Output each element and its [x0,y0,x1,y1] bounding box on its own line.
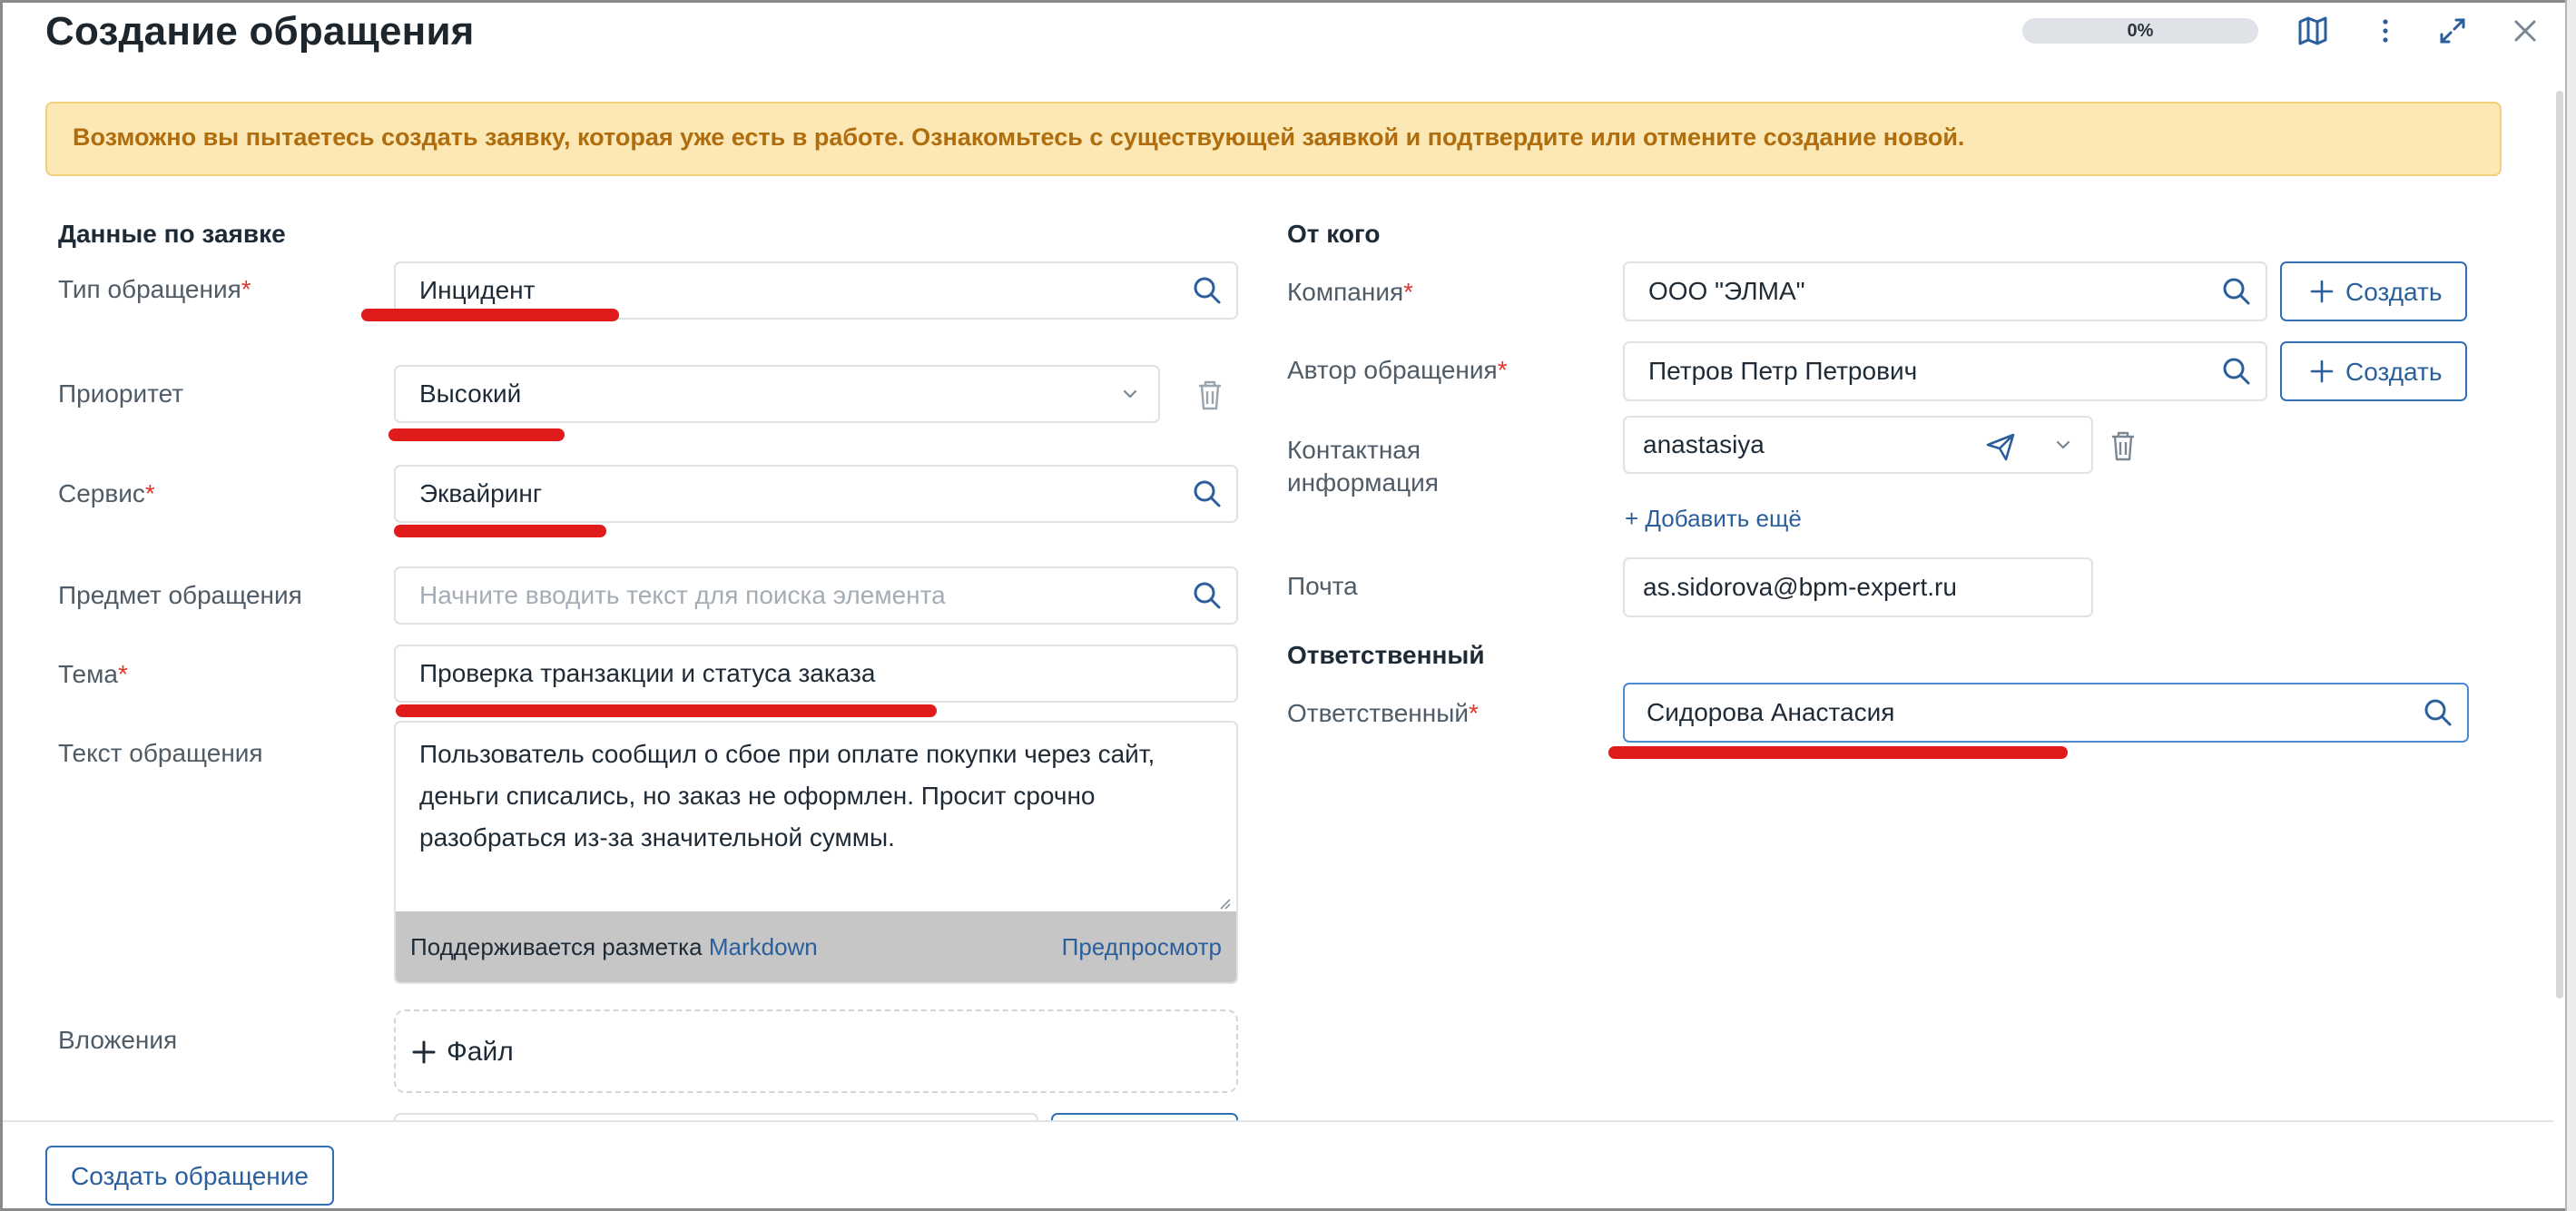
search-icon[interactable] [1191,579,1224,612]
responsible-label: Ответственный* [1287,699,1479,727]
progress-bar: 0% [2022,18,2258,44]
section-title-responsible: Ответственный [1287,641,1485,669]
expand-icon[interactable] [2434,13,2471,49]
subject-label: Предмет обращения [58,581,302,609]
author-label: Автор обращения* [1287,356,1508,384]
preview-link[interactable]: Предпросмотр [1062,933,1222,961]
priority-label: Приоритет [58,379,184,408]
priority-value: Высокий [419,379,522,408]
search-icon[interactable] [1191,478,1224,510]
text-value: Пользователь сообщил о сбое при оплате п… [419,740,1155,852]
progress-label: 0% [2127,21,2154,41]
create-company-button[interactable]: Создать [2280,261,2467,321]
topic-field[interactable]: Проверка транзакции и статуса заказа [394,645,1238,703]
annotation-underline [394,525,606,537]
warning-text: Возможно вы пытаетесь создать заявку, ко… [73,123,1965,151]
duplicate-warning-banner: Возможно вы пытаетесь создать заявку, ко… [45,102,2502,176]
window-frame [0,0,2576,1211]
email-value: as.sidorova@bpm-expert.ru [1643,573,1957,601]
add-file-button[interactable]: Файл [394,1009,1238,1093]
subject-placeholder: Начните вводить текст для поиска элемент… [419,581,946,609]
add-file-label: Файл [447,1037,514,1067]
service-value: Эквайринг [419,479,543,507]
email-label: Почта [1287,572,1358,600]
scrollbar-track[interactable] [2565,0,2576,1211]
section-title-from: От кого [1287,220,1381,248]
author-value: Петров Петр Петрович [1648,357,1918,385]
footer [3,1122,2553,1208]
add-more-link[interactable]: + Добавить ещё [1625,505,1802,533]
submit-button[interactable]: Создать обращение [45,1146,334,1206]
email-field[interactable]: as.sidorova@bpm-expert.ru [1623,557,2093,617]
responsible-value: Сидорова Анастасия [1647,698,1895,726]
annotation-underline [1608,746,2068,759]
search-icon[interactable] [2220,275,2253,308]
trash-icon[interactable] [2108,428,2138,463]
send-icon[interactable] [1984,430,2017,463]
service-label: Сервис* [58,479,155,507]
company-label: Компания* [1287,278,1414,306]
section-title-request: Данные по заявке [58,220,286,248]
close-icon[interactable] [2507,13,2543,49]
text-area[interactable]: Пользователь сообщил о сбое при оплате п… [394,721,1238,984]
subject-field[interactable]: Начните вводить текст для поиска элемент… [394,566,1238,625]
plus-icon [2310,280,2334,303]
page-title: Создание обращения [45,9,475,54]
company-field[interactable]: ООО "ЭЛМА" [1623,261,2267,321]
annotation-underline [396,704,937,717]
more-vertical-icon[interactable] [2367,13,2404,49]
priority-select[interactable]: Высокий [394,365,1160,423]
create-author-button[interactable]: Создать [2280,341,2467,401]
plus-icon [412,1040,436,1064]
markup-bar: Поддерживается разметка Markdown Предпро… [396,911,1236,982]
topic-label: Тема* [58,660,128,688]
search-icon[interactable] [2422,696,2454,729]
markdown-link[interactable]: Markdown [709,933,818,960]
chevron-down-icon [1123,389,1137,399]
footer-divider [3,1120,2553,1122]
map-icon[interactable] [2295,13,2331,49]
company-value: ООО "ЭЛМА" [1648,277,1805,305]
contact-label: Контактная информация [1287,436,1439,497]
contact-field[interactable]: anastasiya [1623,416,2093,474]
search-icon[interactable] [2220,355,2253,388]
service-field[interactable]: Эквайринг [394,465,1238,523]
markup-note: Поддерживается разметка Markdown [410,933,818,960]
chevron-down-icon[interactable] [2053,435,2073,455]
text-label: Текст обращения [58,739,263,767]
responsible-field[interactable]: Сидорова Анастасия [1623,683,2469,743]
author-field[interactable]: Петров Петр Петрович [1623,341,2267,401]
annotation-underline [361,309,619,321]
contact-value: anastasiya [1643,430,1765,458]
scrollbar-thumb[interactable] [2556,91,2563,999]
plus-icon [2310,359,2334,383]
topic-value: Проверка транзакции и статуса заказа [419,659,876,687]
search-icon[interactable] [1191,274,1224,307]
annotation-underline [388,428,565,441]
type-value: Инцидент [419,276,536,304]
attachments-label: Вложения [58,1026,178,1054]
resize-handle-icon[interactable] [1216,895,1231,910]
type-label: Тип обращения* [58,275,251,303]
submit-label: Создать обращение [71,1162,309,1190]
trash-icon[interactable] [1195,378,1225,412]
